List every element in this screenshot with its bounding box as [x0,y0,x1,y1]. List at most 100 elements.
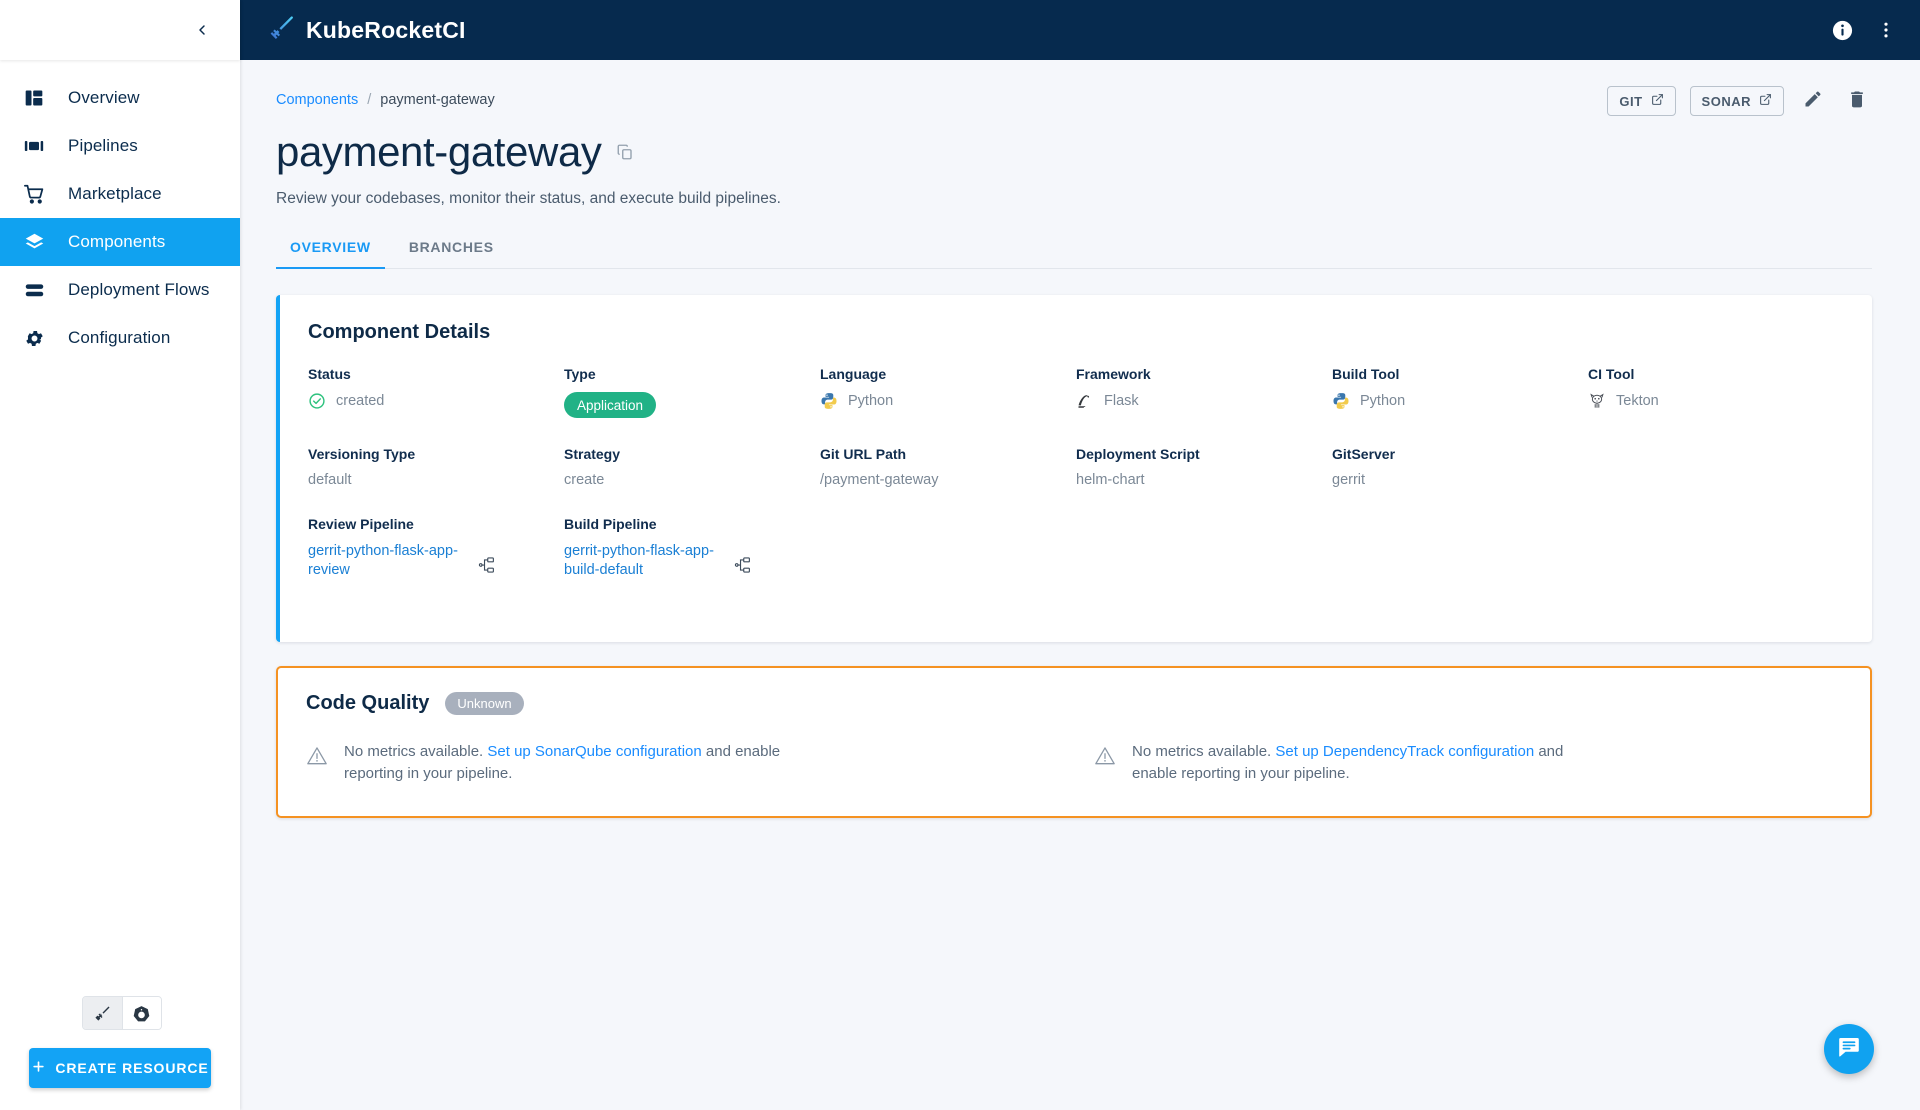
field-deployment-script: Deployment Script helm-chart [1076,446,1332,516]
field-label: Review Pipeline [308,516,414,532]
create-resource-button[interactable]: CREATE RESOURCE [29,1048,211,1088]
check-circle-icon [308,392,326,410]
python-icon [820,392,838,410]
title-row: payment-gateway [276,128,1872,176]
code-quality-columns: No metrics available. Set up SonarQube c… [306,741,1842,787]
review-pipeline-link[interactable]: gerrit-python-flask-app-review [308,542,458,580]
top-header: KubeRocketCI [240,0,1920,60]
build-pipeline-link[interactable]: gerrit-python-flask-app-build-default [564,542,714,580]
sidebar-item-configuration[interactable]: Configuration [0,314,240,362]
sonar-button[interactable]: SONAR [1689,86,1784,116]
field-value-row: Tekton [1588,392,1830,410]
sidebar-item-deployment-flows[interactable]: Deployment Flows [0,266,240,314]
python-icon [1332,392,1350,410]
pipelines-icon [14,136,54,156]
dependencytrack-config-link[interactable]: Set up DependencyTrack configuration [1275,743,1534,760]
breadcrumb-current: payment-gateway [380,92,495,108]
field-label: Deployment Script [1076,446,1200,462]
main-area: KubeRocketCI Components / payment-gatewa… [240,0,1920,1110]
kubernetes-icon[interactable] [121,997,161,1029]
field-label: Build Tool [1332,366,1400,382]
sidebar-item-marketplace[interactable]: Marketplace [0,170,240,218]
field-build-pipeline: Build Pipeline gerrit-python-flask-app-b… [564,516,820,608]
sidebar-item-overview[interactable]: Overview [0,74,240,122]
field-label: Language [820,366,887,382]
edit-button[interactable] [1798,86,1828,116]
sonarqube-config-link[interactable]: Set up SonarQube configuration [487,743,701,760]
field-value: Python [848,393,894,409]
field-label: Build Pipeline [564,516,657,532]
pencil-icon [1803,89,1823,114]
external-link-icon [1759,93,1772,109]
content-area: Components / payment-gateway GIT SONAR p… [240,60,1920,1110]
field-type: Type Application [564,366,820,446]
more-vertical-icon[interactable] [1876,20,1896,40]
chevron-left-icon[interactable] [188,16,216,44]
field-review-pipeline: Review Pipeline gerrit-python-flask-app-… [308,516,564,608]
field-label: Framework [1076,366,1151,382]
trash-icon [1847,89,1867,114]
brand[interactable]: KubeRocketCI [268,15,466,46]
pipeline-tree-icon[interactable] [478,556,496,579]
git-button[interactable]: GIT [1607,86,1676,116]
create-resource-label: CREATE RESOURCE [55,1060,209,1076]
sidebar-item-components[interactable]: Components [0,218,240,266]
type-chip: Application [564,392,657,418]
field-value-row: Application [564,392,806,418]
tab-bar: OVERVIEW BRANCHES [276,238,1872,269]
page-subtitle: Review your codebases, monitor their sta… [276,190,781,207]
field-framework: Framework Flask [1076,366,1332,446]
chat-icon [1837,1035,1861,1064]
sonarqube-message: No metrics available. Set up SonarQube c… [306,741,1054,787]
tab-branches[interactable]: BRANCHES [395,239,508,269]
sidebar-item-label: Marketplace [68,184,162,203]
breadcrumb-link-components[interactable]: Components [276,92,358,108]
sidebar-item-pipelines[interactable]: Pipelines [0,122,240,170]
field-ci-tool: CI Tool Tekton [1588,366,1844,446]
app-root: Overview Pipelines Marketplace Component… [0,0,1920,1110]
delete-button[interactable] [1842,86,1872,116]
sidebar-footer: CREATE RESOURCE [0,996,240,1110]
field-status: Status created [308,366,564,446]
field-language: Language Python [820,366,1076,446]
code-quality-title: Code Quality [306,691,430,714]
field-value: Tekton [1616,393,1659,409]
page-title: payment-gateway [276,128,602,175]
msg-prefix: No metrics available. [344,742,488,760]
plus-icon [31,1059,46,1077]
pipeline-row: gerrit-python-flask-app-review [308,542,550,580]
field-label: Status [308,366,351,382]
breadcrumb: Components / payment-gateway [276,86,495,108]
field-value: Python [1360,393,1406,409]
field-strategy: Strategy create [564,446,820,516]
sidebar: Overview Pipelines Marketplace Component… [0,0,240,1110]
topbar-icons [1831,19,1896,42]
dashboard-icon [14,88,54,108]
field-label: Type [564,366,596,382]
copy-icon[interactable] [616,143,634,161]
info-icon[interactable] [1831,19,1854,42]
breadcrumb-row: Components / payment-gateway GIT SONAR [276,86,1872,116]
field-value: default [308,472,352,488]
component-details-card: Component Details Status created Type Ap… [276,295,1872,642]
dependencytrack-message-text: No metrics available. Set up DependencyT… [1132,741,1602,787]
field-value: created [336,393,385,409]
field-value-row: Flask [1076,392,1318,410]
field-value-row: Python [1332,392,1574,410]
field-value: create [564,472,605,488]
tab-overview[interactable]: OVERVIEW [276,239,385,269]
chat-fab-button[interactable] [1824,1024,1874,1074]
sidebar-item-label: Overview [68,88,140,107]
sonarqube-message-text: No metrics available. Set up SonarQube c… [344,741,814,787]
msg-prefix: No metrics available. [1132,742,1276,760]
field-label: GitServer [1332,446,1396,462]
field-versioning-type: Versioning Type default [308,446,564,516]
field-label: Strategy [564,446,621,462]
field-value-row: created [308,392,550,410]
field-value: Flask [1104,393,1139,409]
gear-icon [14,328,54,349]
pipeline-tree-icon[interactable] [734,556,752,579]
sword-icon[interactable] [83,997,122,1029]
flows-icon [14,280,54,301]
component-details-title: Component Details [308,321,491,343]
